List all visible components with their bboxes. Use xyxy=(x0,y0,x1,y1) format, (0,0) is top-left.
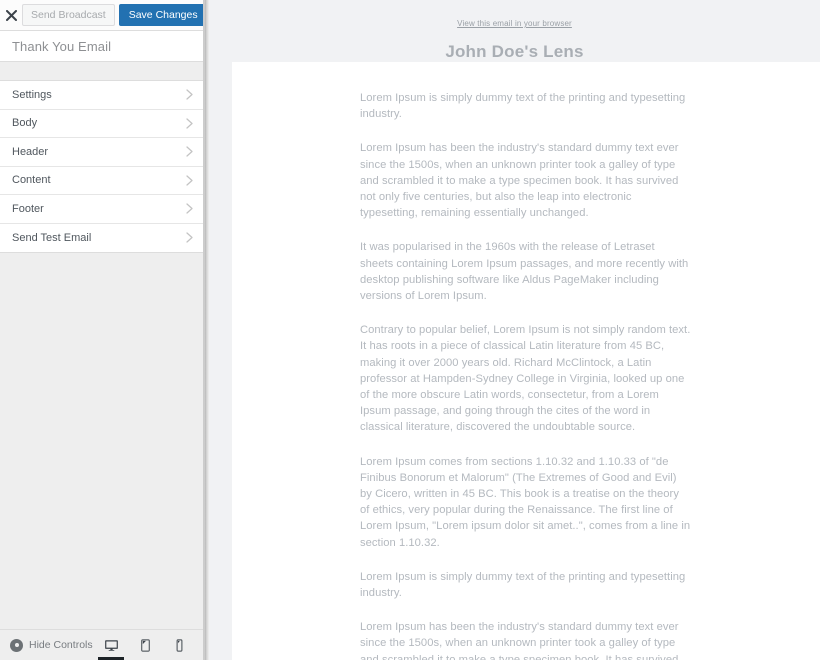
sidebar-item-label: Settings xyxy=(12,88,52,101)
customizer-toolbar: Send Broadcast Save Changes xyxy=(0,0,205,31)
email-preheader: View this email in your browser John Doe… xyxy=(209,0,820,62)
tablet-icon[interactable] xyxy=(135,630,155,660)
save-changes-button[interactable]: Save Changes xyxy=(118,4,205,26)
email-preview: View this email in your browser John Doe… xyxy=(209,0,820,660)
customizer-section-list: Settings Body Header Content Footer Send… xyxy=(0,80,205,253)
sidebar-item-settings[interactable]: Settings xyxy=(0,81,205,110)
email-paragraph: Lorem Ipsum is simply dummy text of the … xyxy=(360,570,686,600)
sidebar-item-footer[interactable]: Footer xyxy=(0,195,205,224)
page-title: Thank You Email xyxy=(12,38,112,54)
email-paragraph: Lorem Ipsum has been the industry's stan… xyxy=(360,621,679,660)
chevron-right-icon xyxy=(186,146,193,157)
send-broadcast-button[interactable]: Send Broadcast xyxy=(22,4,115,26)
sidebar-item-label: Header xyxy=(12,145,49,158)
mobile-icon[interactable] xyxy=(169,630,189,660)
email-body: Lorem Ipsum is simply dummy text of the … xyxy=(232,62,820,660)
close-icon[interactable] xyxy=(6,0,17,30)
chevron-right-icon xyxy=(186,175,193,186)
chevron-right-icon xyxy=(186,203,193,214)
view-in-browser-link[interactable]: View this email in your browser xyxy=(457,19,572,28)
customizer-app: Send Broadcast Save Changes Thank You Em… xyxy=(0,0,820,660)
device-preview-switcher xyxy=(98,630,205,660)
sidebar-item-send-test-email[interactable]: Send Test Email xyxy=(0,223,205,252)
email-paragraph: Lorem Ipsum is simply dummy text of the … xyxy=(360,92,686,121)
sidebar-item-label: Footer xyxy=(12,202,44,215)
customizer-panel: Send Broadcast Save Changes Thank You Em… xyxy=(0,0,205,660)
sidebar-item-content[interactable]: Content xyxy=(0,166,205,195)
chevron-right-icon xyxy=(186,89,193,100)
sidebar-item-label: Content xyxy=(12,174,51,187)
chevron-right-icon xyxy=(186,118,193,129)
sidebar-item-label: Body xyxy=(12,117,38,130)
panel-empty-area xyxy=(0,262,205,629)
panel-spacer xyxy=(0,62,205,80)
email-paragraph: Contrary to popular belief, Lorem Ipsum … xyxy=(360,324,691,434)
customizer-footer: Hide Controls xyxy=(0,629,205,660)
hide-controls-button[interactable]: Hide Controls xyxy=(0,638,93,652)
sidebar-item-body[interactable]: Body xyxy=(0,109,205,138)
email-paragraph: Lorem Ipsum has been the industry's stan… xyxy=(360,142,679,220)
email-content: Lorem Ipsum is simply dummy text of the … xyxy=(232,62,691,660)
collapse-left-icon xyxy=(10,638,23,652)
chevron-right-icon xyxy=(186,232,193,243)
hide-controls-label: Hide Controls xyxy=(29,639,93,651)
email-paragraph: It was popularised in the 1960s with the… xyxy=(360,241,689,303)
desktop-icon[interactable] xyxy=(98,630,124,660)
sidebar-item-label: Send Test Email xyxy=(12,231,92,244)
save-changes-group: Save Changes xyxy=(118,4,205,26)
panel-title-bar: Thank You Email xyxy=(0,31,205,62)
email-title: John Doe's Lens xyxy=(445,42,584,61)
email-paragraph: Lorem Ipsum comes from sections 1.10.32 … xyxy=(360,455,691,549)
sidebar-item-header[interactable]: Header xyxy=(0,138,205,167)
